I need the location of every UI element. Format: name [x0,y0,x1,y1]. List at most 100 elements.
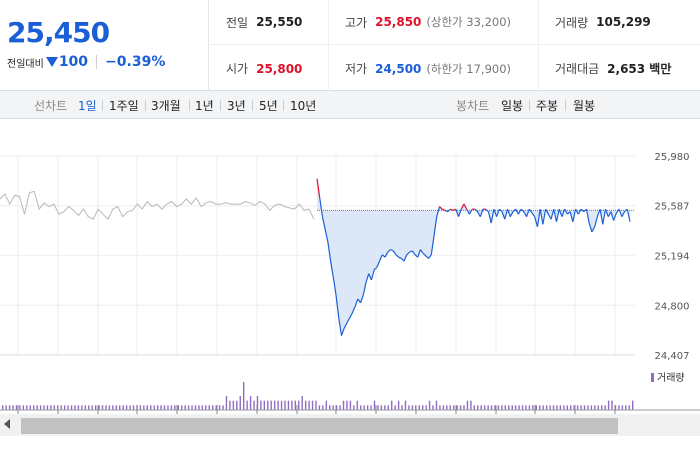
tab-1d[interactable]: 1일 [78,97,97,114]
upper-limit: (상한가 33,200) [426,15,512,29]
tab-3y[interactable]: 3년 [227,97,246,114]
volume-bar [425,405,427,410]
volume-bar [470,400,472,410]
volume-bar [532,405,534,410]
tab-1y[interactable]: 1년 [195,97,214,114]
volume-bar [411,405,414,410]
volume-bar [490,405,493,410]
volume-bar [480,405,482,410]
volume-bar [346,400,348,410]
volume-bar [191,405,193,410]
volume-bar [632,400,634,410]
volume-bar [408,405,410,410]
volume-bar [370,405,372,410]
stat-value: 25,850 [375,15,422,29]
volume-bar [249,396,252,410]
volume-bar [342,400,345,410]
volume-bar [583,405,586,410]
volume-bar [22,405,25,410]
volume-bar [366,405,369,410]
volume-bar [167,405,169,410]
stat-value: 105,299 [596,15,651,29]
volume-bar [435,400,438,410]
volume-bar [621,405,624,410]
volume-bar [473,405,476,410]
volume-bar [518,405,520,410]
stat-volume: 거래량 105,299 [538,0,700,44]
volume-legend-label: 거래량 [657,372,685,384]
tab-divider [220,100,221,111]
volume-bar [590,405,593,410]
volume-bar [26,405,28,410]
volume-bar [156,405,159,410]
tab-divider [145,100,146,111]
volume-bar [428,400,431,410]
quote-header: 25,450 전일대비 100 −0.39% 전일 25,550 고가 25,8… [0,0,700,91]
volume-bar [101,405,104,410]
volume-bar [229,400,231,410]
stat-value: 2,653 백만 [607,62,672,76]
volume-bar [222,405,224,410]
volume-bar [294,400,297,410]
volume-bar [487,405,489,410]
volume-bar [105,405,107,410]
volume-bar [301,396,303,410]
tab-divider [252,100,253,111]
volume-bar [112,405,114,410]
volume-bar [67,405,69,410]
volume-bar [618,405,620,410]
stat-label: 저가 [345,62,368,76]
volume-bar [576,405,579,410]
volume-bar [8,405,11,410]
volume-bar [432,405,434,410]
volume-bar [153,405,155,410]
volume-bar [129,405,131,410]
volume-bar [535,405,538,410]
volume-bar [94,405,97,410]
volume-bar [280,400,283,410]
tab-10y[interactable]: 10년 [290,97,316,114]
tab-divider [565,100,566,111]
volume-bar [304,400,307,410]
volume-bar [325,400,328,410]
volume-bar [539,405,541,410]
volume-bar [218,405,221,410]
tab-5y[interactable]: 5년 [259,97,278,114]
volume-bar [132,405,135,410]
volume-bar [122,405,124,410]
volume-bar [356,400,358,410]
scroll-left-arrow-icon[interactable] [4,419,10,429]
volume-bar [514,405,517,410]
volume-bar [380,405,383,410]
volume-bar [273,400,276,410]
stats-row-1: 전일 25,550 고가 25,850 (상한가 33,200) 거래량 105… [210,0,700,45]
scrollbar-thumb[interactable] [21,418,618,434]
volume-bar [494,405,496,410]
stat-label: 거래대금 [555,62,600,76]
volume-bar [501,405,503,410]
volume-bar [597,405,599,410]
volume-bar [332,405,334,410]
volume-bar [497,405,500,410]
tab-monthly-candle[interactable]: 월봉 [573,97,595,114]
volume-bar [143,405,145,410]
tab-daily-candle[interactable]: 일봉 [501,97,523,114]
volume-bar [146,405,148,410]
tab-3m[interactable]: 3개월 [151,97,181,114]
volume-bar [563,405,565,410]
y-tick-label: 25,980 [655,152,690,163]
tab-weekly-candle[interactable]: 주봉 [536,97,558,114]
volume-bar [84,405,87,410]
volume-bar [170,405,173,410]
y-tick-label: 25,194 [655,251,690,262]
volume-bar [60,405,62,410]
tab-1w[interactable]: 1주일 [109,97,139,114]
volume-bar [260,400,262,410]
volume-bar [163,405,166,410]
lower-limit: (하한가 17,900) [426,61,512,76]
volume-bar [601,405,603,410]
volume-bar [177,405,179,410]
volume-bar [12,405,14,410]
volume-bar [208,405,210,410]
volume-bar [253,400,255,410]
